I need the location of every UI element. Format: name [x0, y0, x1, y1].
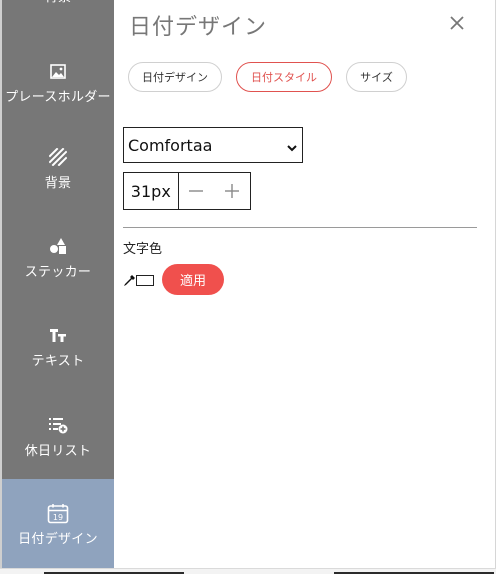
- panel-title: 日付デザイン: [129, 15, 268, 40]
- minus-icon: [189, 190, 204, 192]
- close-icon: [450, 16, 464, 30]
- tab-date-design[interactable]: 日付デザイン: [128, 62, 222, 92]
- list-add-icon: [47, 414, 69, 436]
- eyedropper-icon[interactable]: [122, 273, 136, 287]
- plus-icon: [225, 184, 240, 198]
- font-size-stepper: 31px: [123, 172, 251, 210]
- text-size-icon: [47, 324, 69, 346]
- sidebar-item-label: ステッカー: [24, 265, 92, 280]
- sidebar-item-holiday-list[interactable]: 休日リスト: [2, 414, 114, 474]
- text-color-swatch[interactable]: [136, 275, 154, 286]
- sidebar-item-label: 日付デザイン: [18, 532, 98, 547]
- sidebar-item-label: 背景: [45, 0, 72, 5]
- font-select[interactable]: Comfortaa: [123, 127, 303, 163]
- sidebar-item-top[interactable]: 背景: [2, 0, 114, 14]
- date-design-panel: 日付デザイン 日付デザイン 日付スタイル サイズ Comfortaa 31px: [114, 0, 495, 568]
- sidebar-item-date-design[interactable]: 19 日付デザイン: [2, 479, 114, 568]
- font-size-value[interactable]: 31px: [124, 173, 179, 209]
- image-icon: [47, 60, 69, 82]
- shapes-icon: [47, 235, 69, 257]
- divider: [123, 227, 477, 228]
- text-color-label: 文字色: [123, 242, 163, 257]
- chevron-down-icon: [286, 139, 298, 158]
- hatch-pattern-icon: [47, 146, 69, 168]
- sidebar-item-label: テキスト: [31, 354, 85, 369]
- sidebar: 背景 プレースホルダー: [2, 0, 114, 568]
- calendar-day-number: 19: [53, 513, 63, 522]
- app-window: 背景 プレースホルダー: [0, 0, 496, 574]
- calendar-icon: 19: [47, 502, 69, 524]
- decrement-button[interactable]: [179, 173, 215, 209]
- sidebar-item-text[interactable]: テキスト: [2, 324, 114, 384]
- sidebar-item-sticker[interactable]: ステッカー: [2, 235, 114, 295]
- apply-button[interactable]: 適用: [162, 264, 224, 295]
- sidebar-item-label: プレースホルダー: [5, 90, 111, 105]
- close-button[interactable]: [447, 13, 467, 33]
- sidebar-item-label: 背景: [44, 176, 72, 191]
- tab-date-style[interactable]: 日付スタイル: [236, 62, 332, 92]
- tab-size[interactable]: サイズ: [346, 62, 407, 92]
- font-select-value: Comfortaa: [128, 135, 213, 155]
- increment-button[interactable]: [214, 173, 250, 209]
- bottom-bar: [0, 568, 496, 574]
- sidebar-item-placeholder[interactable]: プレースホルダー: [2, 60, 114, 120]
- sidebar-item-background[interactable]: 背景: [2, 146, 114, 206]
- sidebar-item-label: 休日リスト: [24, 444, 92, 459]
